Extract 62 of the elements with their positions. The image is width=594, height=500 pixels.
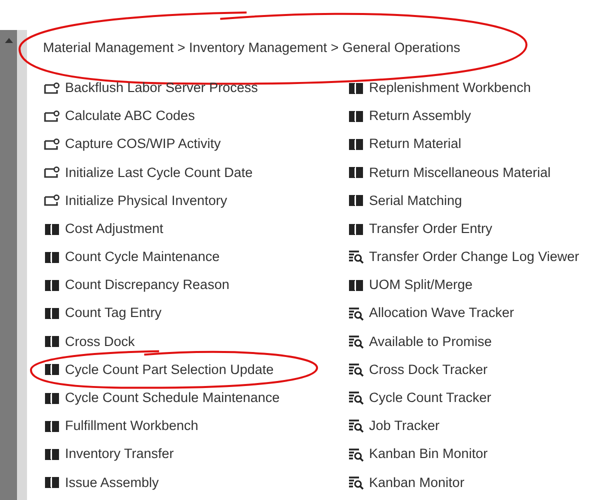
menu-item[interactable]: Count Discrepancy Reason xyxy=(65,275,230,296)
menu-item[interactable]: Cross Dock xyxy=(65,332,135,352)
menu-item[interactable]: Kanban Monitor xyxy=(369,472,464,493)
menu-item[interactable]: Serial Matching xyxy=(369,190,462,211)
menu-item[interactable]: Calculate ABC Codes xyxy=(65,106,195,126)
book-icon xyxy=(348,166,364,180)
menu-item[interactable]: Allocation Wave Tracker xyxy=(369,303,514,324)
list-search-icon xyxy=(348,448,364,462)
list-search-icon xyxy=(348,250,364,264)
list-search-icon xyxy=(348,391,364,406)
book-icon xyxy=(44,278,60,292)
menu-item[interactable]: Replenishment Workbench xyxy=(369,78,531,98)
book-icon xyxy=(44,363,60,376)
folder-gear-icon xyxy=(44,110,60,123)
book-icon xyxy=(44,392,60,405)
list-search-icon xyxy=(348,419,364,434)
book-icon xyxy=(44,250,60,264)
book-icon xyxy=(348,82,364,95)
menu-item[interactable]: Cycle Count Schedule Maintenance xyxy=(65,388,280,408)
book-icon xyxy=(348,278,364,292)
book-icon xyxy=(348,194,364,208)
menu-item[interactable]: Count Tag Entry xyxy=(65,303,162,324)
menu-item[interactable]: Cycle Count Part Selection Update xyxy=(65,360,274,380)
menu-item[interactable]: Capture COS/WIP Activity xyxy=(65,134,221,155)
menu-item[interactable]: Job Tracker xyxy=(369,416,440,436)
folder-gear-icon xyxy=(44,138,60,151)
folder-gear-icon xyxy=(44,166,60,180)
book-icon xyxy=(348,222,364,236)
list-search-icon xyxy=(348,306,364,321)
menu-item[interactable]: Issue Assembly xyxy=(65,472,159,493)
breadcrumb: Material Management > Inventory Management > General Operations xyxy=(43,38,460,57)
menu-item[interactable]: Cost Adjustment xyxy=(65,218,164,240)
folder-gear-icon xyxy=(44,194,60,208)
menu-item[interactable]: Initialize Physical Inventory xyxy=(65,190,228,211)
menu-item[interactable]: Return Miscellaneous Material xyxy=(369,162,551,183)
menu-item[interactable]: Return Material xyxy=(369,134,462,155)
menu-item[interactable]: Inventory Transfer xyxy=(65,444,174,465)
menu-item[interactable]: Cycle Count Tracker xyxy=(369,388,492,408)
list-search-icon xyxy=(348,362,364,377)
menu-item[interactable]: Available to Promise xyxy=(369,332,492,352)
book-icon xyxy=(44,448,60,462)
book-icon xyxy=(348,138,364,151)
book-icon xyxy=(44,420,60,433)
menu-item[interactable]: Initialize Last Cycle Count Date xyxy=(65,162,253,183)
menu-item[interactable]: Cross Dock Tracker xyxy=(369,360,488,380)
menu-item[interactable]: Fulfillment Workbench xyxy=(65,416,198,436)
menu-item[interactable]: Transfer Order Change Log Viewer xyxy=(369,247,580,268)
book-icon xyxy=(44,335,60,348)
menu-item[interactable]: Kanban Bin Monitor xyxy=(369,444,488,465)
menu-item[interactable]: UOM Split/Merge xyxy=(369,275,473,296)
menu-item[interactable]: Count Cycle Maintenance xyxy=(65,247,220,268)
scrollbar[interactable] xyxy=(0,30,17,500)
book-icon xyxy=(44,476,60,490)
scroll-up-icon[interactable] xyxy=(4,38,12,43)
list-search-icon xyxy=(348,334,364,349)
menu-item[interactable]: Transfer Order Entry xyxy=(369,218,492,240)
list-search-icon xyxy=(348,476,364,490)
book-icon xyxy=(348,110,364,123)
book-icon xyxy=(44,222,60,236)
menu-item[interactable]: Return Assembly xyxy=(369,106,472,126)
folder-gear-icon xyxy=(44,82,60,95)
book-icon xyxy=(44,307,60,320)
